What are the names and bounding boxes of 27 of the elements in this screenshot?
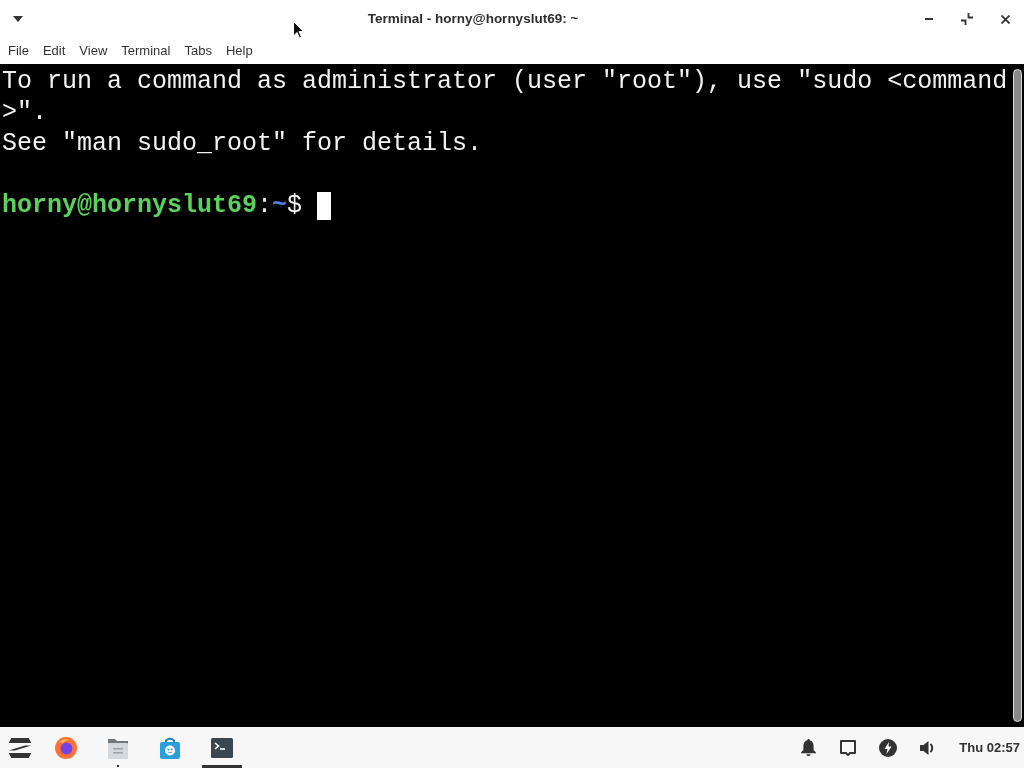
terminal-output-line: To run a command as administrator (user "root"), use "sudo <command	[2, 66, 1008, 97]
folder-icon	[107, 736, 129, 759]
terminal-area[interactable]: To run a command as administrator (user "root"), use "sudo <command >". See "man sudo_root" for details. horny@hornyslut69:~$	[0, 64, 1010, 727]
terminal-output-line: >".	[2, 97, 47, 128]
minimize-icon	[925, 18, 933, 20]
scrollbar-thumb[interactable]	[1012, 69, 1022, 722]
menu-item[interactable]: Terminal	[114, 38, 178, 64]
close-icon	[1000, 14, 1010, 24]
window-title: Terminal - horny@hornyslut69: ~	[367, 9, 579, 28]
menu-item[interactable]: Edit	[35, 38, 73, 64]
browser-icon	[55, 736, 77, 759]
shell-prompt: horny@hornyslut69:~$	[2, 190, 303, 221]
z-logo-icon	[8, 737, 32, 758]
terminal-icon	[211, 737, 233, 758]
menu-item[interactable]: Tabs	[177, 38, 219, 64]
menu-item[interactable]: File	[1, 38, 36, 64]
menu-item[interactable]: Help	[218, 38, 260, 64]
clock[interactable]: Thu 02:57	[959, 737, 1020, 758]
bell-icon	[800, 739, 816, 756]
terminal-output-line: See "man sudo_root" for details.	[2, 128, 483, 159]
text-cursor	[317, 191, 332, 220]
lightning-icon	[879, 738, 898, 757]
menu-item[interactable]: View	[72, 38, 115, 64]
restore-icon	[961, 13, 973, 25]
caret-icon	[13, 16, 23, 22]
message-box-icon	[840, 739, 857, 756]
shopping-bag-icon	[159, 736, 181, 759]
